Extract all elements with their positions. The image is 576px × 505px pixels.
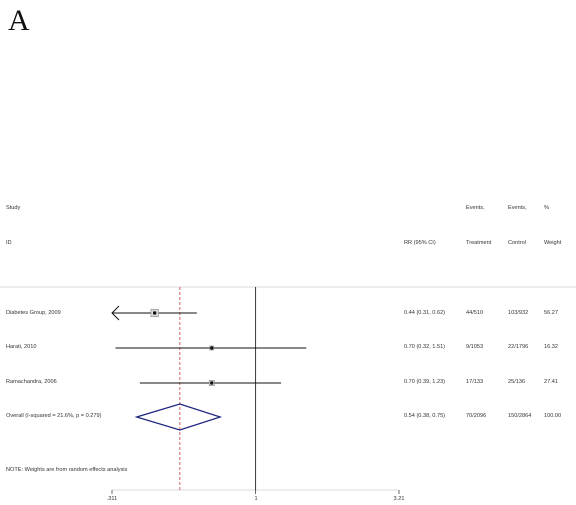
study-marks: [111, 305, 307, 386]
point-estimate-2: [210, 346, 214, 350]
point-estimate-3: [210, 381, 214, 385]
overall-diamond: [134, 403, 223, 431]
point-estimate-1: [152, 311, 157, 315]
x-axis-ticks: [111, 490, 400, 494]
forest-plot: [0, 286, 576, 494]
